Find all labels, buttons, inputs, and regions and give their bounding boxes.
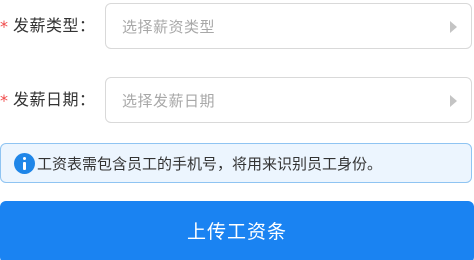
info-notice: 工资表需包含员工的手机号，将用来识别员工身份。 [0, 143, 472, 183]
pay-date-row: * 发薪日期： 选择发薪日期 [0, 77, 474, 125]
pay-type-label: 发薪类型： [13, 16, 96, 35]
pay-type-row: * 发薪类型： 选择薪资类型 [0, 3, 474, 51]
info-icon [14, 153, 35, 174]
caret-right-icon [450, 21, 457, 33]
notice-text: 工资表需包含员工的手机号，将用来识别员工身份。 [37, 155, 383, 173]
required-mark: * [0, 91, 8, 110]
pay-date-placeholder: 选择发薪日期 [122, 92, 216, 110]
pay-type-placeholder: 选择薪资类型 [122, 18, 216, 36]
pay-type-select[interactable]: 选择薪资类型 [105, 3, 472, 49]
pay-date-label: 发薪日期： [13, 90, 96, 109]
caret-right-icon [450, 95, 457, 107]
payroll-upload-form: * 发薪类型： 选择薪资类型 * 发薪日期： 选择发薪日期 工资表需包含员工的手… [0, 0, 474, 260]
pay-date-select[interactable]: 选择发薪日期 [105, 77, 472, 123]
upload-payslip-button[interactable]: 上传工资条 [0, 201, 474, 260]
required-mark: * [0, 17, 8, 36]
